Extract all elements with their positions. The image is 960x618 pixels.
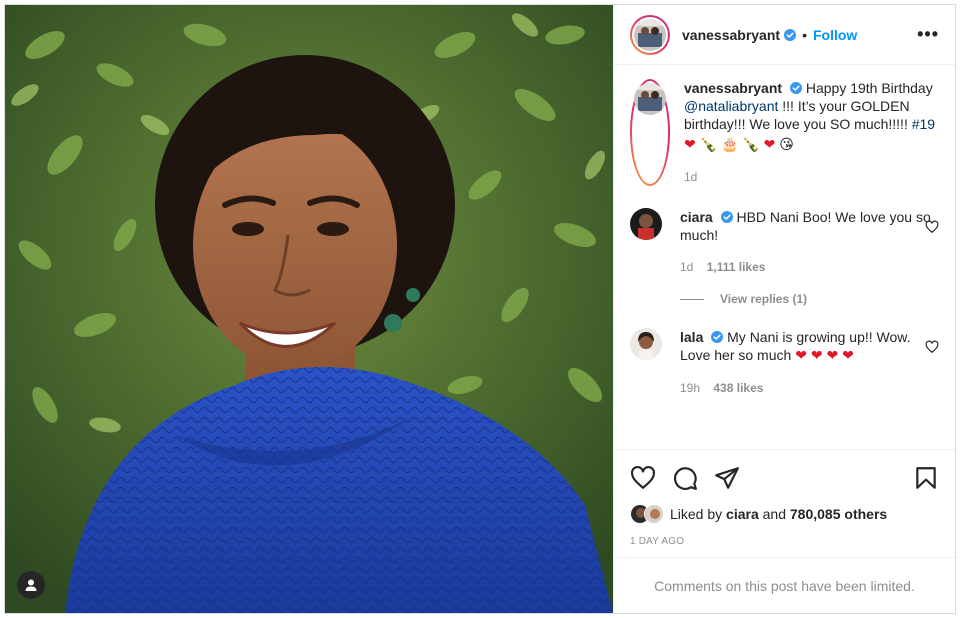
cake-emoji: 🎂	[720, 137, 739, 153]
user-tag-button[interactable]	[17, 571, 45, 599]
view-replies-label: View replies (1)	[720, 292, 808, 306]
verified-badge-icon	[784, 28, 797, 41]
caption-emojis: ❤ 🍾 🎂 🍾 ❤ 😘	[684, 135, 939, 154]
author-avatar[interactable]	[630, 14, 670, 55]
comment-time[interactable]: 19h	[680, 381, 700, 395]
post-header: vanessabryant • Follow •••	[614, 5, 955, 65]
comment-username[interactable]: ciara	[680, 209, 713, 225]
comment-meta: 19h 438 likes	[680, 379, 939, 397]
view-replies-line	[680, 298, 704, 300]
red-heart-emoji: ❤	[684, 137, 696, 153]
portrait-image	[5, 5, 613, 613]
comment-avatar[interactable]	[630, 208, 662, 240]
post-photo[interactable]	[5, 5, 613, 613]
comment-username[interactable]: lala	[680, 329, 703, 345]
comment-likes[interactable]: 438 likes	[713, 381, 763, 395]
comment-avatar-image	[630, 208, 662, 240]
send-icon[interactable]	[714, 465, 740, 491]
caption-time[interactable]: 1d	[684, 170, 697, 184]
bookmark-icon[interactable]	[913, 465, 939, 491]
kiss-emoji: 😘	[779, 137, 794, 153]
comment-avatar[interactable]	[630, 328, 662, 360]
red-heart-emoji: ❤	[763, 137, 776, 153]
red-heart-emoji: ❤	[810, 348, 823, 364]
post-card: vanessabryant • Follow ••• vanessabryant…	[4, 4, 956, 614]
comment-meta: 1d 1,111 likes	[680, 258, 939, 276]
champagne-emoji: 🍾	[742, 137, 760, 153]
caption-meta: 1d	[684, 168, 939, 186]
action-icons	[630, 462, 939, 494]
caption-avatar-image	[634, 83, 666, 115]
caption-body: vanessabryant Happy 19th Birthday @natal…	[684, 79, 939, 186]
author-username[interactable]: vanessabryant	[682, 27, 780, 43]
verified-badge-icon	[720, 211, 733, 223]
verified-badge-icon	[789, 82, 802, 94]
liker-avatar	[644, 504, 664, 524]
author-avatar-image	[634, 18, 666, 51]
red-heart-emoji: ❤	[826, 348, 839, 364]
post-actions: Liked by ciara and 780,085 others 1 DAY …	[614, 449, 955, 547]
liker-avatars[interactable]	[630, 504, 664, 524]
post-side-panel: vanessabryant • Follow ••• vanessabryant…	[613, 5, 955, 613]
comment-avatar-image	[630, 328, 662, 360]
post-timestamp[interactable]: 1 DAY AGO	[630, 536, 939, 547]
comment-time[interactable]: 1d	[680, 260, 693, 274]
comment-like-heart-icon[interactable]	[925, 340, 939, 354]
comment-icon[interactable]	[672, 465, 698, 491]
red-heart-emoji: ❤	[842, 348, 854, 364]
comment-text: HBD Nani Boo! We love you so much!	[680, 209, 931, 243]
caption-avatar[interactable]	[630, 79, 670, 186]
heart-icon[interactable]	[630, 465, 656, 491]
liked-by-prefix: Liked by	[670, 506, 723, 522]
caption: vanessabryant Happy 19th Birthday @natal…	[630, 79, 939, 186]
liked-by-user[interactable]: ciara	[726, 506, 759, 522]
liked-by-others[interactable]: 780,085 others	[790, 506, 887, 522]
comments-limited-notice: Comments on this post have been limited.	[614, 557, 955, 613]
liked-by-joiner: and	[762, 506, 786, 522]
caption-username[interactable]: vanessabryant	[684, 80, 782, 96]
comment-likes[interactable]: 1,111 likes	[707, 260, 766, 274]
comment-like-heart-icon[interactable]	[925, 220, 939, 234]
follow-button[interactable]: Follow	[813, 27, 857, 43]
separator-dot: •	[802, 26, 807, 43]
liker-avatar-image	[645, 505, 663, 523]
user-tag-icon	[25, 579, 37, 591]
verified-badge-icon	[711, 331, 724, 343]
comment-body: ciara HBD Nani Boo! We love you so much!…	[680, 208, 939, 276]
comment-ciara: ciara HBD Nani Boo! We love you so much!…	[630, 208, 939, 276]
comments-list[interactable]: vanessabryant Happy 19th Birthday @natal…	[614, 65, 955, 449]
caption-text-part-1: Happy 19th Birthday	[805, 80, 933, 96]
caption-mention-link[interactable]: @nataliabryant	[684, 98, 778, 114]
more-options-icon[interactable]: •••	[917, 24, 939, 45]
red-heart-emoji: ❤	[795, 348, 807, 364]
comment-lala: lala My Nani is growing up!! Wow. Love h…	[630, 328, 939, 397]
comment-body: lala My Nani is growing up!! Wow. Love h…	[680, 328, 939, 397]
caption-hashtag-link[interactable]: #19	[912, 116, 935, 132]
view-replies-button[interactable]: View replies (1)	[680, 292, 939, 306]
champagne-emoji: 🍾	[699, 137, 718, 153]
liked-by: Liked by ciara and 780,085 others	[630, 504, 939, 524]
